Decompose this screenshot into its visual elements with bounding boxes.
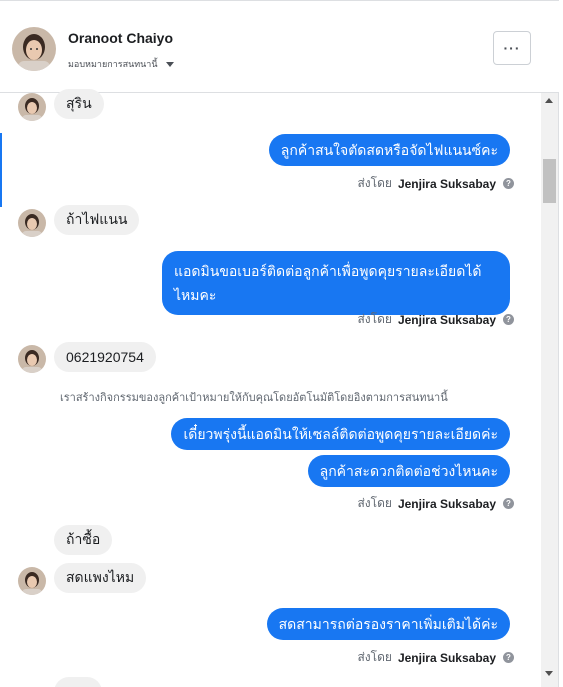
assign-label: มอบหมายการสนทนานี้ (68, 59, 158, 69)
help-icon[interactable]: ? (503, 652, 514, 663)
scroll-down-arrow-icon[interactable] (545, 671, 553, 676)
contact-avatar-small (18, 209, 46, 237)
scroll-up-arrow-icon[interactable] (545, 98, 553, 103)
incoming-message: ถ้าซื้อ (54, 525, 113, 555)
contact-name[interactable]: Oranoot Chaiyo (68, 30, 173, 46)
incoming-message: สดแพงไหม (54, 563, 147, 593)
more-options-button[interactable]: ··· (493, 31, 531, 65)
sent-by-label: ส่งโดย Jenjira Suksabay ? (357, 648, 514, 667)
incoming-message: ถ้าไฟแนน (54, 205, 140, 235)
assign-conversation-dropdown[interactable]: มอบหมายการสนทนานี้ (68, 57, 174, 71)
sender-name: Jenjira Suksabay (397, 312, 496, 327)
contact-avatar[interactable] (12, 27, 56, 71)
sent-by-prefix: ส่งโดย (357, 496, 392, 510)
incoming-message: 0621920754 (54, 342, 156, 372)
help-icon[interactable]: ? (503, 178, 514, 189)
sent-by-label: ส่งโดย Jenjira Suksabay ? (357, 310, 514, 329)
contact-avatar-small (18, 567, 46, 595)
sent-by-label: ส่งโดย Jenjira Suksabay ? (357, 494, 514, 513)
outgoing-message: แอดมินขอเบอร์ติดต่อลูกค้าเพื่อพูดคุยรายล… (162, 251, 510, 315)
outgoing-message: เดี๋ยวพรุ่งนี้แอดมินให้เซลล์ติดต่อพูดคุย… (171, 418, 510, 450)
contact-avatar-small (18, 345, 46, 373)
contact-avatar-small (18, 93, 46, 121)
outgoing-message: สดสามารถต่อรองราคาเพิ่มเติมได้ค่ะ (266, 608, 510, 640)
incoming-message-partial (54, 677, 102, 687)
conversation-header: Oranoot Chaiyo มอบหมายการสนทนานี้ ··· (0, 1, 559, 93)
caret-down-icon (165, 61, 174, 67)
scroll-thumb[interactable] (543, 159, 556, 203)
sender-name: Jenjira Suksabay (397, 650, 496, 665)
chat-panel: Oranoot Chaiyo มอบหมายการสนทนานี้ ··· สุ… (0, 0, 559, 687)
sender-name: Jenjira Suksabay (397, 496, 496, 511)
help-icon[interactable]: ? (503, 498, 514, 509)
active-indicator (0, 133, 2, 207)
help-icon[interactable]: ? (503, 314, 514, 325)
sender-name: Jenjira Suksabay (397, 176, 496, 191)
outgoing-message: ลูกค้าสะดวกติดต่อช่วงไหนคะ (307, 455, 510, 487)
sent-by-prefix: ส่งโดย (357, 312, 392, 326)
sent-by-prefix: ส่งโดย (357, 650, 392, 664)
incoming-message: สุริน (54, 89, 104, 119)
system-notice: เราสร้างกิจกรรมของลูกค้าเป้าหมายให้กับคุ… (60, 392, 448, 404)
outgoing-message: ลูกค้าสนใจตัดสดหรือจัดไฟแนนซ์คะ (268, 134, 510, 166)
scrollbar[interactable] (541, 93, 558, 687)
sent-by-label: ส่งโดย Jenjira Suksabay ? (357, 174, 514, 193)
sent-by-prefix: ส่งโดย (357, 176, 392, 190)
